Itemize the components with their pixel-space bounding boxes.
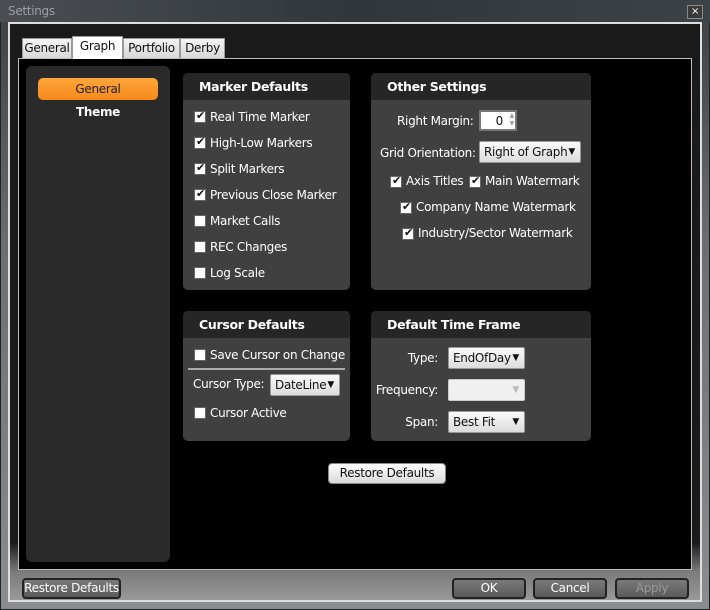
grid-orientation-label: Grid Orientation:	[380, 146, 476, 160]
marker-label: REC Changes	[210, 240, 288, 254]
save-cursor-checkbox[interactable]	[194, 349, 206, 361]
spin-arrows-icon[interactable]: ▲ ▼	[510, 112, 515, 128]
frequency-select[interactable]: ▼	[448, 379, 525, 401]
graph-restore-defaults-button[interactable]: Restore Defaults	[328, 463, 446, 484]
marker-checkbox[interactable]	[194, 135, 206, 149]
chevron-down-icon: ▼	[512, 385, 519, 395]
tab-derby[interactable]: Derby	[180, 38, 225, 58]
span-value: Best Fit	[453, 415, 496, 429]
industry-watermark-checkbox[interactable]	[402, 226, 414, 240]
other-settings-panel: Other Settings Right Margin: 0 ▲ ▼ Grid O…	[371, 73, 591, 290]
marker-label: Split Markers	[210, 162, 285, 176]
axis-titles-checkbox[interactable]	[390, 174, 402, 188]
save-cursor-label: Save Cursor on Change	[210, 348, 345, 362]
right-margin-value: 0	[495, 114, 504, 128]
restore-defaults-button[interactable]: Restore Defaults	[22, 578, 121, 599]
ok-button[interactable]: OK	[452, 578, 526, 599]
grid-orientation-select[interactable]: Right of Graph ▼	[479, 141, 581, 163]
panel-title: Other Settings	[371, 73, 591, 100]
time-frame-panel: Default Time Frame Type: EndOfDay ▼ Frequ…	[371, 311, 591, 441]
axis-titles-label: Axis Titles	[406, 174, 464, 188]
marker-label: Log Scale	[210, 266, 265, 280]
panel-title: Default Time Frame	[371, 311, 591, 338]
cursor-type-label: Cursor Type:	[193, 377, 265, 391]
marker-defaults-panel: Marker Defaults Real Time Marker High-Low…	[183, 73, 350, 290]
span-label: Span:	[405, 415, 438, 429]
cursor-type-value: DateLine	[275, 378, 327, 392]
grid-orientation-value: Right of Graph	[484, 145, 568, 159]
sidebar-item-theme[interactable]: Theme	[38, 101, 158, 123]
cursor-type-select[interactable]: DateLine ▼	[270, 374, 340, 396]
tab-graph[interactable]: Graph	[72, 36, 123, 59]
tab-portfolio[interactable]: Portfolio	[123, 38, 180, 58]
span-select[interactable]: Best Fit ▼	[448, 411, 525, 433]
right-margin-label: Right Margin:	[397, 114, 474, 128]
main-watermark-checkbox[interactable]	[469, 174, 481, 188]
type-label: Type:	[407, 351, 438, 365]
title-bar: Settings	[0, 0, 710, 22]
marker-label: Real Time Marker	[210, 110, 310, 124]
cursor-defaults-panel: Cursor Defaults Save Cursor on Change Cu…	[183, 311, 350, 441]
frequency-label: Frequency:	[375, 383, 438, 397]
company-watermark-label: Company Name Watermark	[416, 200, 576, 214]
marker-label: Market Calls	[210, 214, 281, 228]
apply-button[interactable]: Apply	[615, 578, 689, 599]
right-margin-spinner[interactable]: 0 ▲ ▼	[479, 110, 517, 131]
marker-checkbox[interactable]	[194, 241, 206, 253]
marker-checkbox[interactable]	[194, 161, 206, 175]
cursor-active-label: Cursor Active	[210, 406, 287, 420]
close-icon[interactable]: ×	[687, 5, 703, 19]
chevron-down-icon: ▼	[568, 147, 575, 157]
marker-checkbox[interactable]	[194, 267, 206, 279]
company-watermark-checkbox[interactable]	[400, 200, 412, 214]
marker-checkbox[interactable]	[194, 109, 206, 123]
tab-general[interactable]: General	[22, 38, 72, 58]
marker-label: Previous Close Marker	[210, 188, 337, 202]
marker-checkbox[interactable]	[194, 187, 206, 201]
marker-checkbox[interactable]	[194, 215, 206, 227]
chevron-down-icon: ▼	[512, 353, 519, 363]
panel-title: Marker Defaults	[183, 73, 350, 100]
main-watermark-label: Main Watermark	[485, 174, 580, 188]
divider	[188, 368, 345, 370]
type-value: EndOfDay	[453, 351, 511, 365]
cancel-button[interactable]: Cancel	[533, 578, 607, 599]
window-title: Settings	[8, 4, 55, 18]
sidebar	[26, 66, 170, 562]
type-select[interactable]: EndOfDay ▼	[448, 347, 525, 369]
chevron-down-icon: ▼	[512, 417, 519, 427]
industry-watermark-label: Industry/Sector Watermark	[418, 226, 573, 240]
chevron-down-icon: ▼	[327, 380, 334, 390]
marker-label: High-Low Markers	[210, 136, 313, 150]
sidebar-item-general[interactable]: General	[38, 78, 158, 100]
panel-title: Cursor Defaults	[183, 311, 350, 338]
cursor-active-checkbox[interactable]	[194, 407, 206, 419]
